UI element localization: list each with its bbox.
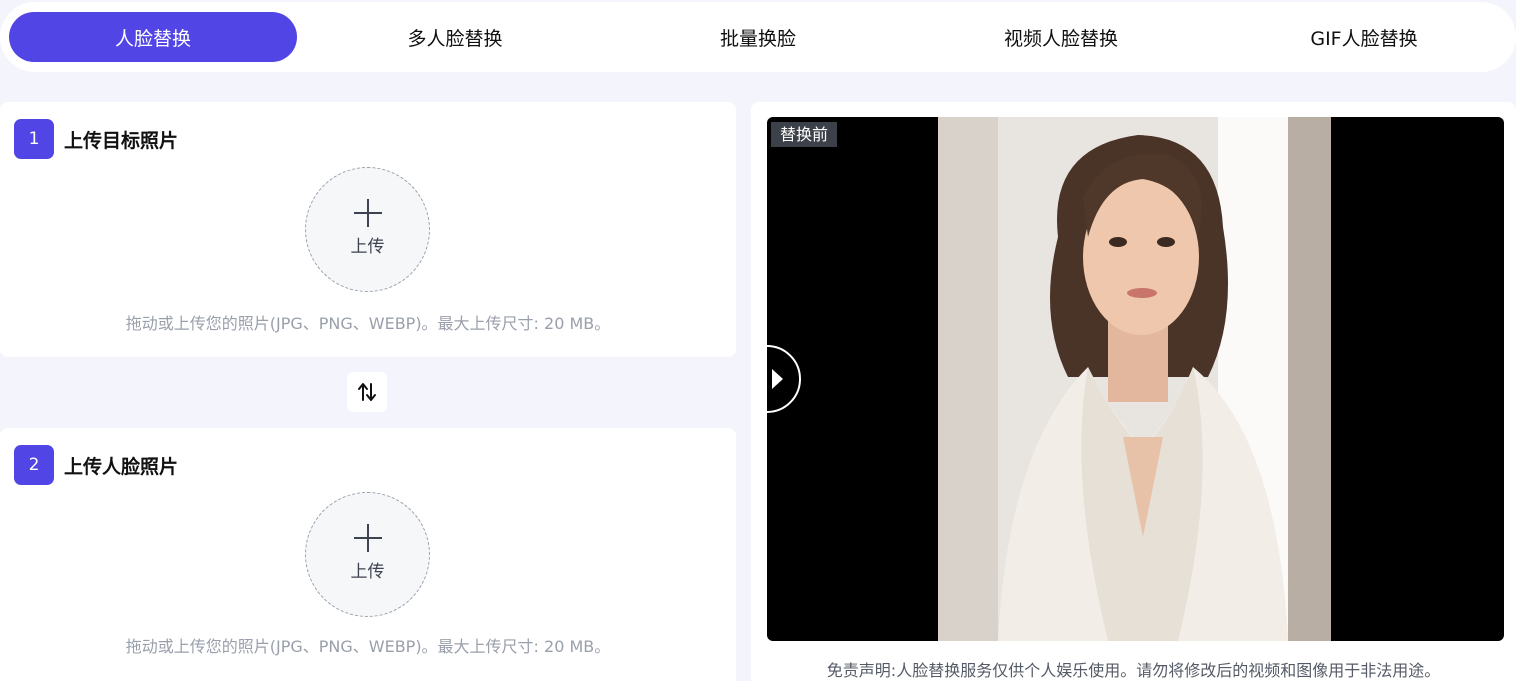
tab-video-face-swap[interactable]: 视频人脸替换 bbox=[917, 12, 1205, 62]
swap-photos-button[interactable] bbox=[347, 372, 387, 412]
target-upload-label: 上传 bbox=[350, 237, 385, 257]
face-upload-hint: 拖动或上传您的照片(JPG、PNG、WEBP)。最大上传尺寸: 20 MB。 bbox=[125, 637, 611, 656]
step-2-badge: 2 bbox=[14, 445, 54, 485]
before-after-preview: 替换前 bbox=[767, 117, 1504, 641]
portrait-illustration bbox=[938, 117, 1331, 641]
plus-icon bbox=[353, 198, 383, 228]
step-1-badge: 1 bbox=[14, 119, 54, 159]
swap-vertical-icon bbox=[358, 383, 376, 401]
step-1-title: 上传目标照片 bbox=[64, 130, 179, 152]
target-upload-hint: 拖动或上传您的照片(JPG、PNG、WEBP)。最大上传尺寸: 20 MB。 bbox=[125, 314, 611, 333]
target-upload-button[interactable]: 上传 bbox=[305, 167, 430, 292]
face-photo-card: 2 上传人脸照片 上传 拖动或上传您的照片(JPG、PNG、WEBP)。最大上传… bbox=[0, 428, 736, 681]
plus-icon bbox=[353, 523, 383, 553]
compare-slider-handle[interactable] bbox=[767, 345, 801, 413]
tab-face-swap[interactable]: 人脸替换 bbox=[9, 12, 297, 62]
before-tag: 替换前 bbox=[771, 122, 838, 147]
sample-photo bbox=[938, 117, 1331, 641]
step-2-title: 上传人脸照片 bbox=[64, 456, 179, 478]
target-photo-card: 1 上传目标照片 上传 拖动或上传您的照片(JPG、PNG、WEBP)。最大上传… bbox=[0, 102, 736, 357]
tab-gif-face-swap[interactable]: GIF人脸替换 bbox=[1220, 12, 1508, 62]
face-upload-button[interactable]: 上传 bbox=[305, 492, 430, 617]
disclaimer-text: 免责声明:人脸替换服务仅供个人娱乐使用。请勿将修改后的视频和图像用于非法用途。 bbox=[826, 661, 1441, 680]
play-triangle-icon bbox=[772, 369, 783, 389]
face-upload-label: 上传 bbox=[350, 562, 385, 582]
mode-tab-bar: 人脸替换 多人脸替换 批量换脸 视频人脸替换 GIF人脸替换 bbox=[0, 2, 1516, 72]
tab-batch-face-swap[interactable]: 批量换脸 bbox=[614, 12, 902, 62]
tab-multi-face-swap[interactable]: 多人脸替换 bbox=[311, 12, 599, 62]
